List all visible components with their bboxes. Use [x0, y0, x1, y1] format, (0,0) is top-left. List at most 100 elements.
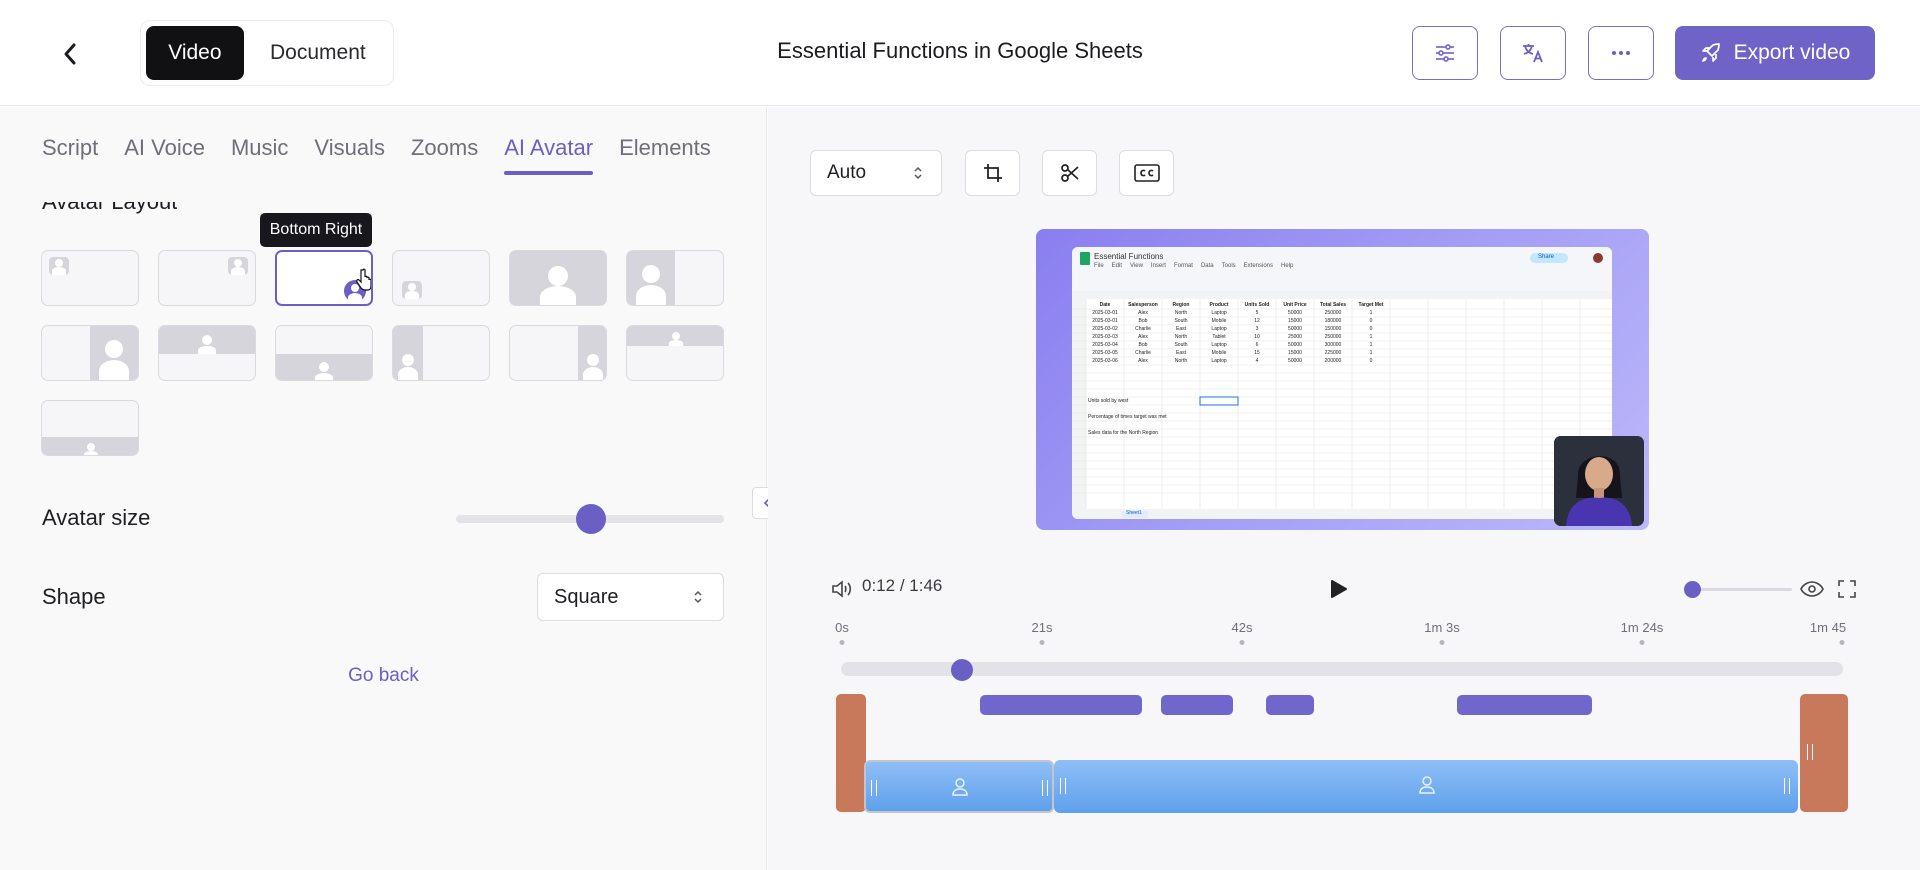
- current-time: 0:12: [862, 576, 896, 595]
- tab-ai-avatar[interactable]: AI Avatar: [504, 135, 593, 175]
- zoom-slider-track[interactable]: [1692, 588, 1792, 591]
- zoom-slider-thumb[interactable]: [1684, 581, 1701, 598]
- go-back-link[interactable]: Go back: [0, 665, 767, 687]
- sheet-row: 2025-03-06 Alex North Laptop 4 50000 200000 0: [1086, 357, 1390, 365]
- segment-handle[interactable]: [871, 780, 877, 796]
- export-video-label: Export video: [1733, 41, 1851, 64]
- sheet-row: 2025-03-05 Charlie East Mobile 15 15000 225000…: [1086, 349, 1390, 357]
- play-icon[interactable]: [1330, 579, 1348, 599]
- ruler-tick: [1239, 640, 1245, 645]
- total-time: 1:46: [909, 576, 943, 595]
- fullscreen-icon[interactable]: [1838, 580, 1856, 598]
- sheet-cell: Unit Price: [1283, 302, 1307, 308]
- shape-select[interactable]: Square: [537, 573, 724, 621]
- more-icon: [1612, 51, 1630, 55]
- sheet-cell: 2025-03-03: [1092, 334, 1118, 340]
- mode-video-tab[interactable]: Video: [146, 26, 244, 80]
- layout-tooltip: Bottom Right: [260, 213, 372, 247]
- trim-handle[interactable]: [1807, 744, 1813, 760]
- layout-bottom-right[interactable]: [275, 250, 373, 306]
- sheet-cell: North: [1174, 358, 1188, 364]
- timeline-end-trim[interactable]: [1800, 694, 1848, 812]
- export-video-button[interactable]: Export video: [1675, 26, 1875, 80]
- timeline-clip[interactable]: [980, 695, 1142, 715]
- timeline-start-trim[interactable]: [836, 694, 866, 812]
- sheet-note: Sales data for the North Region: [1088, 430, 1159, 436]
- sheet-cell: Laptop: [1211, 342, 1227, 348]
- timeline-clip[interactable]: [1161, 695, 1233, 715]
- sheet-cell: Total Sales: [1319, 302, 1347, 308]
- sheet-cell: Laptop: [1211, 326, 1227, 332]
- tab-script[interactable]: Script: [42, 135, 98, 171]
- shape-select-value: Square: [554, 585, 619, 608]
- sheet-cell: 5: [1255, 310, 1259, 316]
- sheet-cell: 50000: [1288, 358, 1302, 364]
- layout-bottom-left[interactable]: [392, 250, 490, 306]
- segment-handle[interactable]: [1042, 780, 1048, 796]
- back-button[interactable]: [52, 36, 88, 72]
- sheet-menu-item: File: [1094, 263, 1104, 269]
- sheet-cell: Alex: [1138, 310, 1148, 316]
- sheet-cell: 2025-03-05: [1092, 350, 1118, 356]
- sheet-cell: Units Sold: [1244, 302, 1270, 308]
- eye-icon[interactable]: [1800, 580, 1824, 598]
- layout-bottom-strip[interactable]: [41, 400, 139, 456]
- mode-document-tab[interactable]: Document: [248, 26, 388, 80]
- sheet-note: Percentage of times target was met: [1088, 414, 1167, 420]
- avatar-overlay[interactable]: [1554, 436, 1644, 526]
- layout-top-left[interactable]: [41, 250, 139, 306]
- sheet-row: 2025-03-01 Alex North Laptop 5 50000 250000 1: [1086, 309, 1390, 317]
- more-button[interactable]: [1588, 26, 1654, 80]
- avatar-track-segment[interactable]: [864, 760, 1054, 813]
- sheet-row: 2025-03-04 Bob South Laptop 6 50000 300000 1: [1086, 341, 1390, 349]
- cursor-hand-icon: [356, 268, 371, 291]
- rocket-icon: [1701, 43, 1720, 62]
- mode-toggle: Video Document: [140, 20, 394, 86]
- layout-right-third[interactable]: [509, 325, 607, 381]
- layout-top-half[interactable]: [158, 325, 256, 381]
- tab-elements[interactable]: Elements: [619, 135, 711, 171]
- sheet-cell: 2025-03-02: [1092, 326, 1118, 332]
- closed-captions-icon: [1133, 164, 1160, 182]
- layout-left-half[interactable]: [626, 250, 724, 306]
- spreadsheet-grid: [1072, 247, 1612, 519]
- layout-top-right[interactable]: [158, 250, 256, 306]
- scrubber-track[interactable]: [841, 662, 1843, 676]
- adjust-button[interactable]: [1412, 26, 1478, 80]
- tab-ai-voice[interactable]: AI Voice: [124, 135, 205, 171]
- layout-right-half[interactable]: [41, 325, 139, 381]
- tab-zooms[interactable]: Zooms: [411, 135, 478, 171]
- video-preview[interactable]: Essential Functions File Edit View Inser…: [1036, 229, 1649, 530]
- tab-visuals[interactable]: Visuals: [314, 135, 385, 171]
- cut-button[interactable]: [1042, 150, 1097, 196]
- crop-button[interactable]: [965, 150, 1020, 196]
- segment-handle[interactable]: [1784, 778, 1790, 794]
- layout-left-third[interactable]: [392, 325, 490, 381]
- avatar-track-segment[interactable]: [1054, 760, 1798, 813]
- segment-handle[interactable]: [1060, 778, 1066, 794]
- sheet-row: Date Salesperson Region Product Units Sold Un…: [1086, 301, 1390, 309]
- timeline-clip[interactable]: [1266, 695, 1314, 715]
- volume-icon[interactable]: [831, 579, 853, 599]
- tab-music[interactable]: Music: [231, 135, 288, 171]
- left-panel: Script AI Voice Music Visuals Zooms AI A…: [0, 107, 767, 870]
- layout-full[interactable]: [509, 250, 607, 306]
- captions-button[interactable]: [1119, 150, 1174, 196]
- translate-button[interactable]: [1500, 26, 1566, 80]
- sheet-row: 2025-03-03 Alex North Tablet 10 25000 250000 1: [1086, 333, 1390, 341]
- go-back-label[interactable]: Go back: [348, 665, 419, 686]
- timeline-ruler: 0s 21s 42s 1m 3s 1m 24s 1m 45: [835, 620, 1846, 650]
- aspect-ratio-select[interactable]: Auto: [810, 150, 942, 196]
- avatar-person-image: [1554, 436, 1644, 526]
- sheet-menu: File Edit View Insert Format Data Tools …: [1094, 263, 1293, 269]
- layout-top-strip[interactable]: [626, 325, 724, 381]
- timeline-clip[interactable]: [1457, 695, 1592, 715]
- avatar-size-slider-thumb[interactable]: [576, 504, 606, 534]
- chevron-updown-icon: [694, 590, 702, 604]
- ruler-label: 0s: [835, 620, 849, 635]
- sheet-cell: Region: [1172, 302, 1190, 308]
- person-icon: [1419, 776, 1435, 794]
- sheet-cell: 4: [1255, 358, 1259, 364]
- playhead-thumb[interactable]: [951, 659, 973, 681]
- layout-bottom-half[interactable]: [275, 325, 373, 381]
